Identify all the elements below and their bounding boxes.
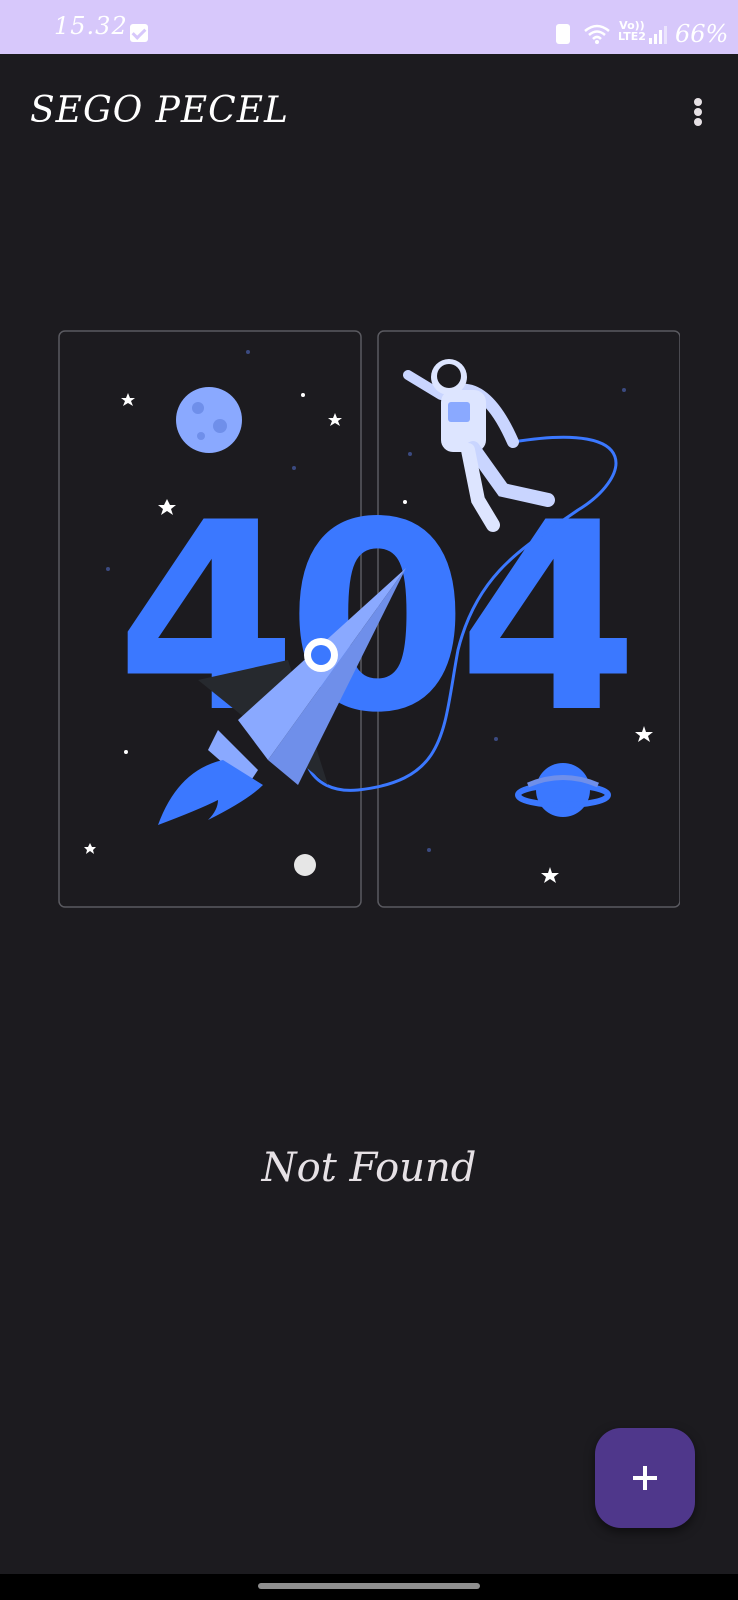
signal-icon (649, 26, 667, 44)
small-planet (294, 854, 316, 876)
add-button[interactable] (595, 1428, 695, 1528)
status-time: 15.32 (54, 12, 128, 40)
moon (176, 387, 242, 453)
ringed-planet (515, 763, 611, 817)
checkbox-notification-icon (130, 24, 148, 42)
wifi-icon (584, 24, 610, 44)
battery-saver-icon (556, 24, 570, 44)
battery-percent: 66% (675, 20, 729, 48)
home-indicator[interactable] (258, 1583, 480, 1589)
not-found-message: Not Found (261, 1145, 477, 1191)
status-bar: 15.32 Vo)) LTE2 66% (0, 0, 738, 54)
404-illustration: 404 (58, 330, 680, 908)
network-type-label: Vo)) LTE2 (618, 20, 646, 42)
app-title: SEGO PECEL (30, 90, 289, 131)
lte-label: LTE2 (618, 30, 646, 43)
more-vert-icon[interactable] (678, 92, 718, 132)
